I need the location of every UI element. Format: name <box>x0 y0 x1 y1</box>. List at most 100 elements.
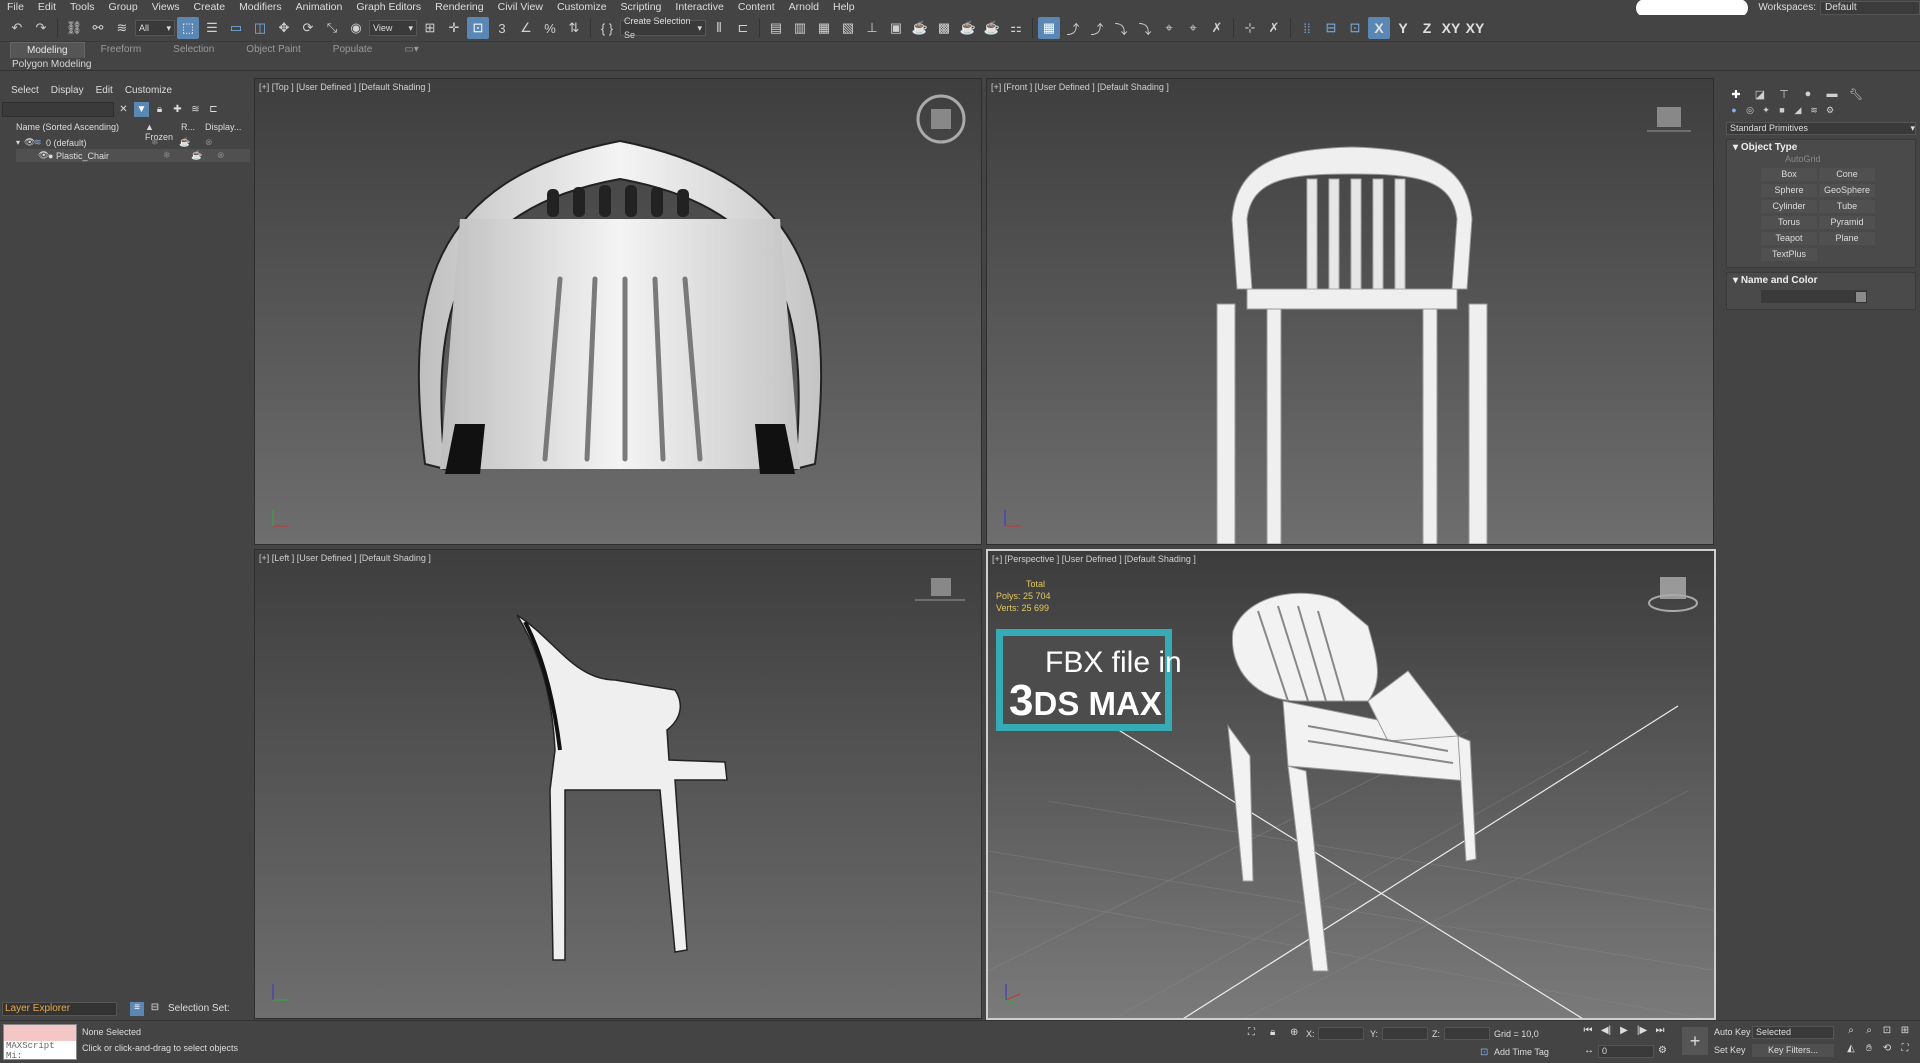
place-icon[interactable]: ◉ <box>345 17 367 39</box>
box-button[interactable]: Box <box>1761 168 1817 181</box>
snaps-toggle-icon[interactable]: 3 <box>491 17 513 39</box>
tube-button[interactable]: Tube <box>1819 200 1875 213</box>
mirror-icon[interactable]: ⫴ <box>708 17 730 39</box>
display-tab-icon[interactable]: ▬ <box>1824 86 1840 102</box>
pyramid-button[interactable]: Pyramid <box>1819 216 1875 229</box>
name-color-title[interactable]: ▾ Name and Color <box>1727 273 1915 287</box>
lock-icon[interactable]: 🔒︎ <box>152 102 167 117</box>
constraint-icon-6[interactable]: ⌖ <box>1182 17 1204 39</box>
render-setup-icon[interactable]: ☕ <box>909 17 931 39</box>
workspace-dropdown[interactable]: Default <box>1820 0 1920 15</box>
menu-interactive[interactable]: Interactive <box>668 0 730 15</box>
display-icon[interactable]: ⊗ <box>217 150 225 161</box>
object-type-title[interactable]: ▾ Object Type <box>1727 140 1915 154</box>
orbit-icon[interactable]: ⟲ <box>1880 1043 1894 1057</box>
col-display-header[interactable]: Display... <box>205 122 241 135</box>
color-swatch[interactable] <box>1855 290 1867 303</box>
motion-tab-icon[interactable]: ● <box>1800 86 1816 102</box>
modify-tab-icon[interactable]: ◪ <box>1752 86 1768 102</box>
absolute-mode-icon[interactable]: ⊕ <box>1290 1027 1298 1038</box>
menu-scripting[interactable]: Scripting <box>614 0 669 15</box>
align-icon[interactable]: ⊏ <box>732 17 754 39</box>
viewcube-icon[interactable] <box>987 79 1714 545</box>
layer-explorer-toggle-icon[interactable]: ≡ <box>130 1002 144 1016</box>
redo-icon[interactable]: ↷ <box>30 17 52 39</box>
clear-search-icon[interactable]: ✕ <box>116 102 131 117</box>
shapes-icon[interactable]: ◎ <box>1744 104 1756 116</box>
axis-xy-cycle-button[interactable]: XY <box>1464 17 1486 39</box>
angle-snap-icon[interactable]: ∠ <box>515 17 537 39</box>
percent-snap-icon[interactable]: % <box>539 17 561 39</box>
tree-row-object[interactable]: 👁︎ ● Plastic_Chair ❄ ☕ ⊗ <box>16 149 250 162</box>
zoom-icon[interactable]: ⌕ <box>1844 1025 1858 1039</box>
scene-menu-edit[interactable]: Edit <box>91 85 118 96</box>
snap-grid-icon[interactable]: ▦ <box>1038 17 1060 39</box>
spinner-snap-icon[interactable]: ⇅ <box>563 17 585 39</box>
curve-editor-icon[interactable]: ▧ <box>837 17 859 39</box>
rendered-frame-window-icon[interactable]: ▩ <box>933 17 955 39</box>
tool-icon-b[interactable]: ✗ <box>1263 17 1285 39</box>
set-key-label[interactable]: Set Key <box>1714 1045 1746 1055</box>
time-config-icon[interactable]: ⚙ <box>1658 1045 1667 1056</box>
hierarchy-toggle-icon[interactable]: ⊏ <box>206 102 221 117</box>
autogrid-checkbox[interactable]: AutoGrid <box>1727 154 1915 166</box>
frozen-icon[interactable]: ❄ <box>163 150 191 161</box>
primitive-type-dropdown[interactable]: Standard Primitives ▾ <box>1726 122 1916 135</box>
axis-x-button[interactable]: X <box>1368 17 1390 39</box>
polygon-modeling-label[interactable]: Polygon Modeling <box>0 59 92 70</box>
add-time-tag[interactable]: Add Time Tag <box>1494 1047 1549 1057</box>
selection-lock-icon[interactable]: 🔒︎ <box>1270 1027 1275 1038</box>
geometry-icon[interactable]: ● <box>1728 104 1740 116</box>
frozen-icon[interactable]: ❄ <box>151 137 179 148</box>
coord-y-input[interactable] <box>1382 1027 1428 1040</box>
eye-icon[interactable]: 👁︎ <box>38 150 49 161</box>
menu-customize[interactable]: Customize <box>550 0 614 15</box>
reference-coord-dropdown[interactable]: View ▾ <box>369 20 417 36</box>
constraint-icon-3[interactable]: ⤵ <box>1110 17 1132 39</box>
viewport-perspective[interactable]: [+] [Perspective ] [User Defined ] [Defa… <box>986 549 1716 1020</box>
scene-search-input[interactable] <box>2 102 114 117</box>
menu-tools[interactable]: Tools <box>63 0 102 15</box>
axis-z-button[interactable]: Z <box>1416 17 1438 39</box>
transform-gizmo-icon[interactable]: ⁞⁞ <box>1296 17 1318 39</box>
menu-help[interactable]: Help <box>826 0 862 15</box>
constraint-icon-1[interactable]: ⤴ <box>1062 17 1084 39</box>
window-crossing-icon[interactable]: ◫ <box>249 17 271 39</box>
col-name-header[interactable]: Name (Sorted Ascending) <box>16 122 145 135</box>
tree-row-layer[interactable]: ▾ 👁︎ ≋ 0 (default) ❄ ☕ ⊗ <box>16 136 250 149</box>
key-filters-button[interactable]: Key Filters... <box>1752 1044 1834 1057</box>
next-frame-icon[interactable]: |▶ <box>1634 1025 1650 1039</box>
toggle-layer-explorer-icon[interactable]: ▥ <box>789 17 811 39</box>
undo-icon[interactable]: ↶ <box>6 17 28 39</box>
bind-spacewarp-icon[interactable]: ≋ <box>111 17 133 39</box>
textplus-button[interactable]: TextPlus <box>1761 248 1817 261</box>
render-icon[interactable]: ☕ <box>179 137 205 148</box>
spacewarps-icon[interactable]: ≋ <box>1808 104 1820 116</box>
rect-selection-icon[interactable]: ▭ <box>225 17 247 39</box>
constraint-icon-2[interactable]: ⤴ <box>1086 17 1108 39</box>
edit-named-selection-icon[interactable]: { } <box>596 17 618 39</box>
lights-icon[interactable]: ✦ <box>1760 104 1772 116</box>
menu-file[interactable]: File <box>0 0 31 15</box>
cone-button[interactable]: Cone <box>1819 168 1875 181</box>
axis-xy-button[interactable]: XY <box>1440 17 1462 39</box>
teapot-button[interactable]: Teapot <box>1761 232 1817 245</box>
render-production-icon[interactable]: ☕ <box>957 17 979 39</box>
display-icon[interactable]: ⊗ <box>205 137 213 148</box>
scene-menu-customize[interactable]: Customize <box>120 85 177 96</box>
menu-content[interactable]: Content <box>731 0 782 15</box>
object-name-input[interactable] <box>1761 290 1867 303</box>
move-icon[interactable]: ✥ <box>273 17 295 39</box>
keyboard-shortcut-toggle-icon[interactable]: ⊡ <box>467 17 489 39</box>
col-render-header[interactable]: R... <box>181 122 205 135</box>
helpers-icon[interactable]: ◢ <box>1792 104 1804 116</box>
fov-icon[interactable]: ◭ <box>1844 1043 1858 1057</box>
create-tab-icon[interactable]: ✚ <box>1728 86 1744 102</box>
menu-animation[interactable]: Animation <box>289 0 350 15</box>
coord-z-input[interactable] <box>1444 1027 1490 1040</box>
prev-frame-icon[interactable]: ◀| <box>1598 1025 1614 1039</box>
menu-edit[interactable]: Edit <box>31 0 63 15</box>
zoom-extents-all-icon[interactable]: ⊞ <box>1898 1025 1912 1039</box>
tab-selection[interactable]: Selection <box>157 42 230 58</box>
menu-civil-view[interactable]: Civil View <box>491 0 550 15</box>
